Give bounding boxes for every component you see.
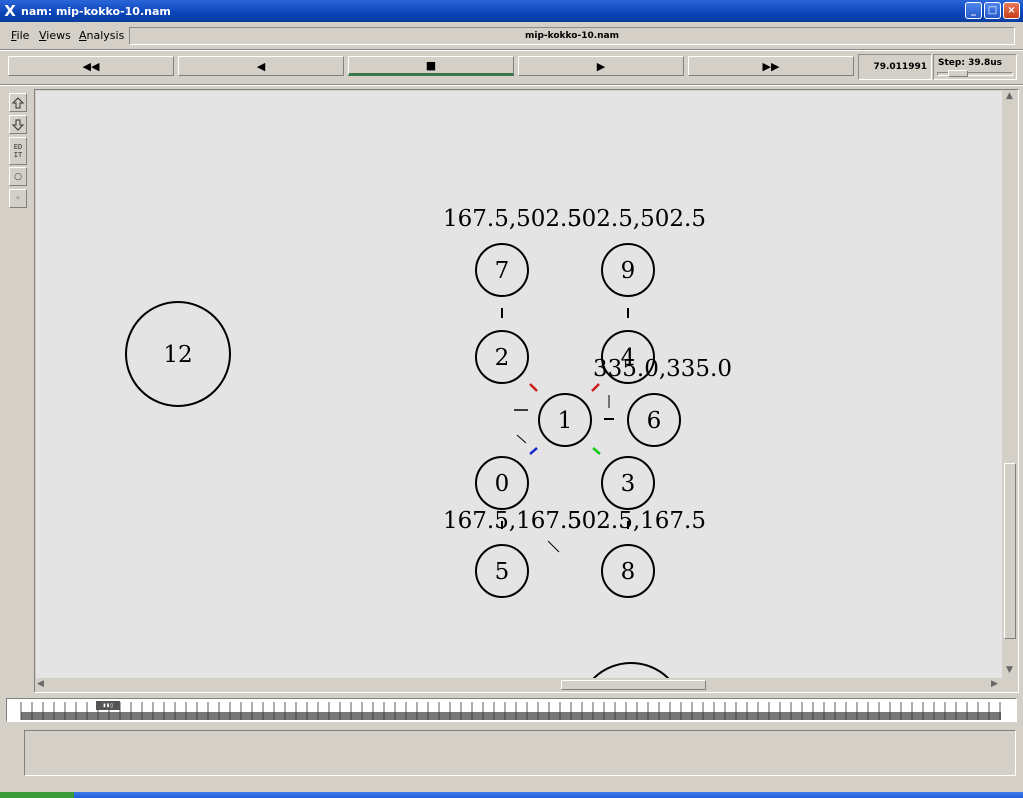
svg-text:4: 4 (621, 345, 636, 371)
horizontal-scrollbar[interactable]: ◀ ▶ (36, 678, 1002, 692)
log-panel (24, 730, 1016, 776)
minimize-button[interactable]: _ (965, 2, 982, 19)
svg-text:9: 9 (621, 258, 636, 284)
x-logo-icon: X (4, 2, 16, 20)
node-0: 0 (475, 456, 529, 510)
link-0-1 (529, 447, 538, 455)
menu-views[interactable]: Views (39, 29, 71, 42)
annotation-bottom-right: 502.5,167.5 (567, 508, 706, 534)
node-3: 3 (601, 456, 655, 510)
node-12: 12 (125, 301, 231, 407)
window-titlebar: X nam: mip-kokko-10.nam _ □ × (0, 0, 1023, 22)
stop-button[interactable]: ■ (348, 56, 514, 76)
node-9: 9 (601, 243, 655, 297)
timeline-ticks (20, 702, 1001, 720)
svg-text:2: 2 (495, 345, 510, 371)
svg-text:5: 5 (495, 559, 510, 585)
log-scrollbar[interactable] (8, 730, 22, 786)
close-button[interactable]: × (1003, 2, 1020, 19)
fast-forward-button[interactable]: ▶▶ (688, 56, 854, 76)
node-6: 6 (627, 393, 681, 447)
rewind-button[interactable]: ◀ (178, 56, 344, 76)
circle-tool-icon[interactable]: ○ (9, 167, 27, 186)
svg-text:7: 7 (495, 258, 510, 284)
network-canvas[interactable]: 167.5,502.5 502.5,502.5 335.0,335.0 167.… (36, 91, 1002, 678)
svg-text:1: 1 (558, 408, 573, 434)
filename-display: mip-kokko-10.nam (129, 27, 1015, 45)
separator (0, 49, 1023, 51)
link-2-1 (529, 383, 538, 392)
svg-text:6: 6 (647, 408, 662, 434)
node-1: 1 (538, 393, 592, 447)
zoom-in-icon[interactable] (9, 93, 27, 112)
node-7: 7 (475, 243, 529, 297)
play-button[interactable]: ▶ (518, 56, 684, 76)
scroll-left-icon[interactable]: ◀ (37, 679, 44, 689)
edit-button[interactable]: ED IT (9, 137, 27, 165)
svg-text:12: 12 (163, 342, 192, 368)
svg-text:3: 3 (621, 471, 636, 497)
log-horizontal-scrollbar[interactable] (24, 776, 1016, 786)
node-5: 5 (475, 544, 529, 598)
annotation-bottom-left: 167.5,167.5 (443, 508, 582, 534)
annotation-top-left: 167.5,502.5 (443, 206, 582, 232)
start-button[interactable] (0, 792, 74, 798)
step-slider-thumb[interactable] (948, 70, 968, 77)
time-display: 79.011991 (858, 54, 932, 80)
timeline-marker[interactable]: ▮▮▯ (96, 701, 120, 710)
window-controls: _ □ × (965, 2, 1020, 19)
packet-diagonal-2 (547, 540, 560, 553)
packet-diagonal (516, 434, 527, 444)
fast-rewind-button[interactable]: ◀◀ (8, 56, 174, 76)
menu-analysis[interactable]: Analysis (79, 29, 124, 42)
zoom-out-icon[interactable] (9, 115, 27, 134)
small-circle-tool-icon[interactable]: ◦ (9, 189, 27, 208)
vertical-scroll-thumb[interactable] (1004, 463, 1016, 639)
annotation-top-right: 502.5,502.5 (567, 206, 706, 232)
scroll-right-icon[interactable]: ▶ (991, 679, 998, 689)
topology-svg: 167.5,502.5 502.5,502.5 335.0,335.0 167.… (125, 206, 732, 678)
node-2: 2 (475, 330, 529, 384)
scroll-up-icon[interactable]: ▲ (1006, 91, 1013, 101)
step-control: Step: 39.8us (933, 54, 1017, 80)
tool-strip: ED IT ○ ◦ (6, 90, 28, 690)
node-8: 8 (601, 544, 655, 598)
scroll-down-icon[interactable]: ▼ (1006, 665, 1013, 675)
link-3-1 (592, 447, 601, 455)
step-label: Step: 39.8us (938, 58, 1003, 68)
maximize-button[interactable]: □ (984, 2, 1001, 19)
timeline-slider[interactable]: ▮▮▯ (6, 698, 1017, 722)
window-title: nam: mip-kokko-10.nam (21, 4, 171, 18)
vertical-scrollbar[interactable]: ▲ ▼ (1003, 91, 1017, 678)
menu-file[interactable]: File (11, 29, 29, 42)
separator (0, 84, 1023, 86)
svg-text:0: 0 (495, 471, 510, 497)
horizontal-scroll-thumb[interactable] (561, 680, 706, 690)
link-4-1 (591, 383, 600, 392)
node-partial (592, 662, 670, 678)
svg-text:8: 8 (621, 559, 636, 585)
taskbar (0, 792, 1023, 798)
